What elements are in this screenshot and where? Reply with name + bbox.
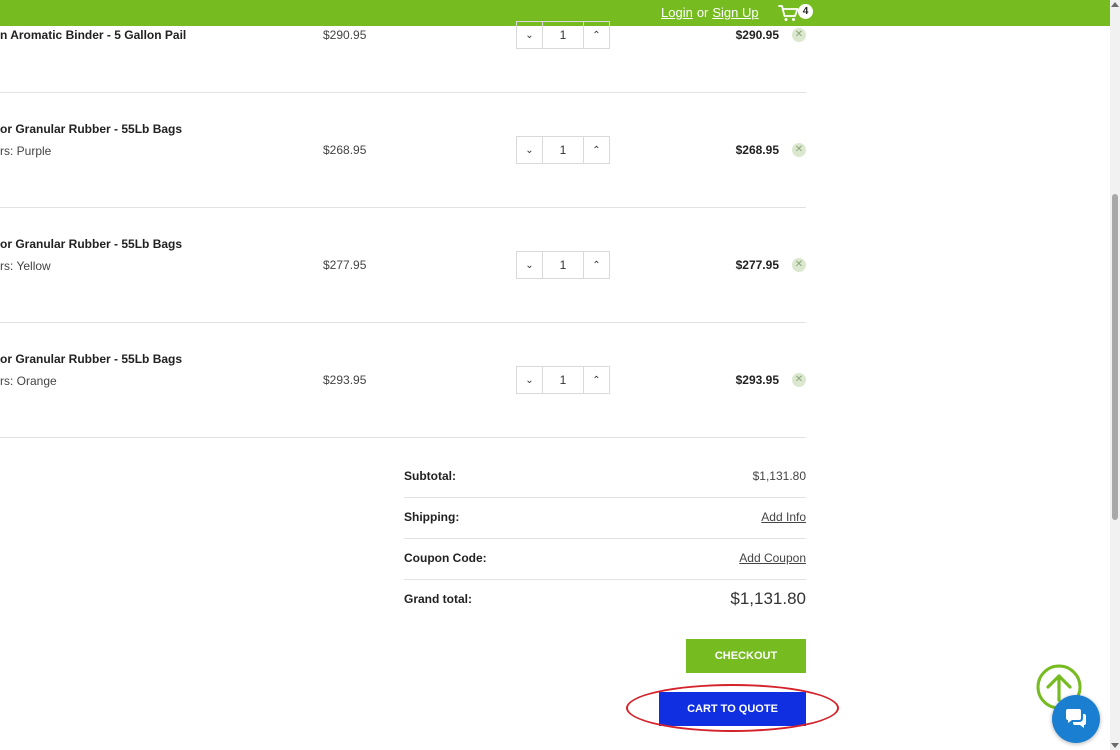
- close-icon: ✕: [794, 144, 804, 155]
- item-name[interactable]: or Granular Rubber - 55Lb Bags: [0, 352, 182, 366]
- shipping-label: Shipping:: [404, 510, 460, 524]
- decrease-qty-button[interactable]: ⌄: [517, 367, 543, 393]
- item-option: rs: Orange: [0, 374, 57, 388]
- item-line-total: $293.95: [735, 373, 779, 387]
- chat-widget-button[interactable]: [1052, 695, 1100, 743]
- chevron-down-icon: ⌄: [525, 29, 534, 41]
- item-option: rs: Yellow: [0, 259, 51, 273]
- quantity-value[interactable]: 1: [543, 367, 583, 393]
- coupon-row: Coupon Code: Add Coupon: [404, 539, 806, 580]
- coupon-label: Coupon Code:: [404, 551, 487, 565]
- close-icon: ✕: [794, 29, 804, 40]
- increase-qty-button[interactable]: ⌃: [583, 367, 609, 393]
- page-scrollbar[interactable]: [1110, 0, 1120, 750]
- item-name[interactable]: n Aromatic Binder - 5 Gallon Pail: [0, 28, 186, 42]
- quantity-stepper: ⌄ 1 ⌃: [516, 136, 610, 164]
- quantity-stepper: ⌄ 1 ⌃: [516, 251, 610, 279]
- quantity-value[interactable]: 1: [543, 137, 583, 163]
- grand-total-row: Grand total: $1,131.80: [404, 580, 806, 621]
- chevron-up-icon: ⌃: [592, 374, 601, 386]
- increase-qty-button[interactable]: ⌃: [583, 22, 609, 48]
- quantity-value[interactable]: 1: [543, 22, 583, 48]
- cart-item-row: or Granular Rubber - 55Lb Bags rs: Orang…: [0, 323, 806, 438]
- decrease-qty-button[interactable]: ⌄: [517, 137, 543, 163]
- item-option: rs: Purple: [0, 144, 52, 158]
- add-coupon-link[interactable]: Add Coupon: [739, 551, 806, 565]
- cart-item-row: n Aromatic Binder - 5 Gallon Pail $290.9…: [0, 0, 806, 93]
- chevron-down-icon: ⌄: [525, 144, 534, 156]
- remove-item-button[interactable]: ✕: [792, 28, 806, 42]
- remove-item-button[interactable]: ✕: [792, 143, 806, 157]
- item-line-total: $290.95: [735, 28, 779, 42]
- scroll-up-arrow[interactable]: [1111, 2, 1119, 7]
- item-line-total: $277.95: [735, 258, 779, 272]
- chevron-down-icon: ⌄: [525, 259, 534, 271]
- item-name[interactable]: or Granular Rubber - 55Lb Bags: [0, 237, 182, 251]
- scroll-thumb[interactable]: [1112, 194, 1118, 520]
- remove-item-button[interactable]: ✕: [792, 373, 806, 387]
- item-unit-price: $293.95: [323, 373, 367, 387]
- chevron-down-icon: ⌄: [525, 374, 534, 386]
- grand-total-label: Grand total:: [404, 592, 472, 606]
- cart-summary: Subtotal: $1,131.80 Shipping: Add Info C…: [404, 457, 806, 621]
- item-unit-price: $290.95: [323, 28, 367, 42]
- quantity-stepper: ⌄ 1 ⌃: [516, 21, 610, 49]
- increase-qty-button[interactable]: ⌃: [583, 252, 609, 278]
- grand-total-value: $1,131.80: [730, 589, 806, 608]
- chevron-up-icon: ⌃: [592, 29, 601, 41]
- subtotal-value: $1,131.80: [752, 469, 806, 483]
- subtotal-label: Subtotal:: [404, 469, 456, 483]
- decrease-qty-button[interactable]: ⌄: [517, 22, 543, 48]
- scroll-down-arrow[interactable]: [1111, 743, 1119, 748]
- item-unit-price: $268.95: [323, 143, 367, 157]
- chevron-up-icon: ⌃: [592, 259, 601, 271]
- item-line-total: $268.95: [735, 143, 779, 157]
- cart-to-quote-button[interactable]: CART TO QUOTE: [659, 692, 806, 726]
- checkout-button[interactable]: CHECKOUT: [686, 639, 806, 673]
- remove-item-button[interactable]: ✕: [792, 258, 806, 272]
- add-shipping-info-link[interactable]: Add Info: [761, 510, 806, 524]
- quantity-value[interactable]: 1: [543, 252, 583, 278]
- close-icon: ✕: [794, 374, 804, 385]
- increase-qty-button[interactable]: ⌃: [583, 137, 609, 163]
- cart-item-row: or Granular Rubber - 55Lb Bags rs: Yello…: [0, 208, 806, 323]
- item-name[interactable]: or Granular Rubber - 55Lb Bags: [0, 122, 182, 136]
- subtotal-row: Subtotal: $1,131.80: [404, 457, 806, 498]
- cart-item-row: or Granular Rubber - 55Lb Bags rs: Purpl…: [0, 93, 806, 208]
- chevron-up-icon: ⌃: [592, 144, 601, 156]
- decrease-qty-button[interactable]: ⌄: [517, 252, 543, 278]
- shipping-row: Shipping: Add Info: [404, 498, 806, 539]
- quantity-stepper: ⌄ 1 ⌃: [516, 366, 610, 394]
- close-icon: ✕: [794, 259, 804, 270]
- chat-bubble-icon: [1066, 709, 1086, 728]
- item-unit-price: $277.95: [323, 258, 367, 272]
